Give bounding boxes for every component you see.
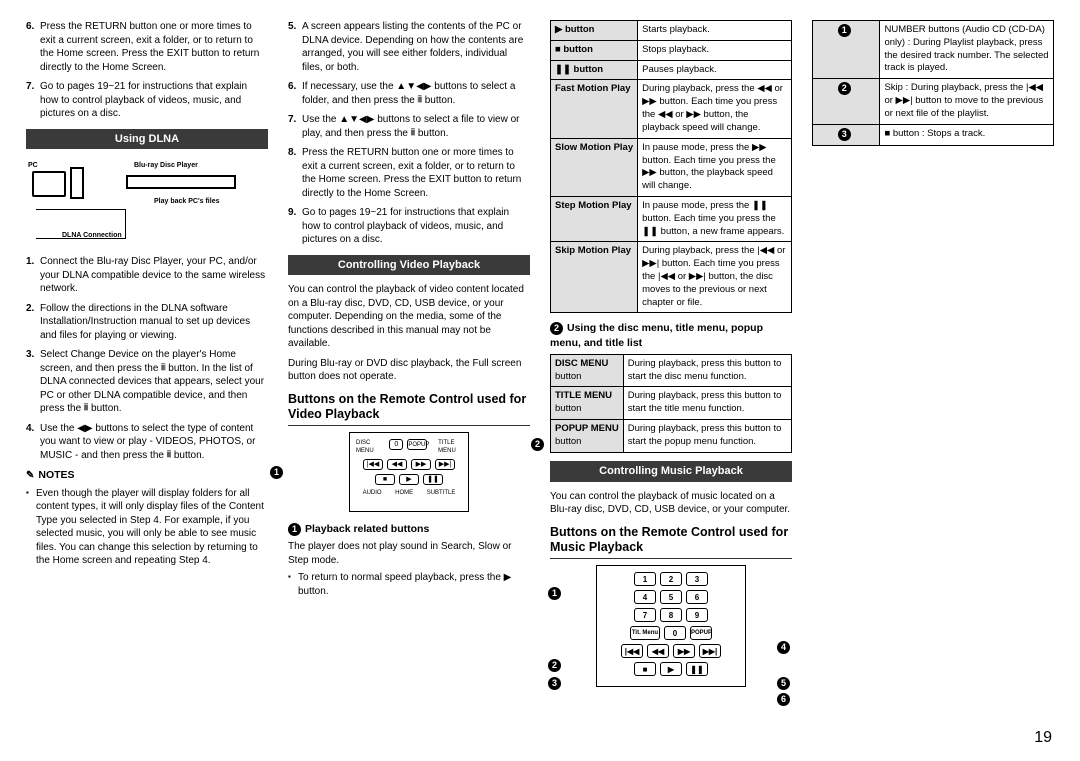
- remote-video-diagram: 1 2 DISC MENU 0POPUP TITLE MENU |◀◀◀◀▶▶▶…: [288, 432, 530, 512]
- cvp-para1: You can control the playback of video co…: [288, 283, 530, 351]
- notes-block: NOTES Even though the player will displa…: [26, 468, 268, 568]
- playback-note: The player does not play sound in Search…: [288, 540, 530, 567]
- col1-steps-a: 6.Press the RETURN button one or more ti…: [26, 20, 268, 121]
- notes-heading: NOTES: [26, 468, 268, 483]
- remote-music-heading: Buttons on the Remote Control used for M…: [550, 525, 792, 559]
- menu-table: DISC MENUbuttonDuring playback, press th…: [550, 354, 792, 453]
- col2-steps: 5.A screen appears listing the contents …: [288, 20, 530, 247]
- col1-steps-b: 1.Connect the Blu-ray Disc Player, your …: [26, 255, 268, 462]
- music-table: 1NUMBER buttons (Audio CD (CD-DA) only) …: [812, 20, 1054, 146]
- controlling-video-bar: Controlling Video Playback: [288, 255, 530, 276]
- cvp-para2: During Blu-ray or DVD disc playback, the…: [288, 357, 530, 384]
- playback-bullet: To return to normal speed playback, pres…: [288, 571, 530, 598]
- playback-buttons-heading: 1Playback related buttons: [288, 522, 530, 536]
- disc-menu-heading: 2Using the disc menu, title menu, popup …: [550, 321, 792, 349]
- controlling-music-bar: Controlling Music Playback: [550, 461, 792, 482]
- dlna-diagram: PC Blu-ray Disc Player Play back PC's fi…: [26, 157, 268, 247]
- using-dlna-bar: Using DLNA: [26, 129, 268, 150]
- page-number: 19: [1034, 727, 1052, 749]
- remote-video-heading: Buttons on the Remote Control used for V…: [288, 392, 530, 426]
- cmp-para: You can control the playback of music lo…: [550, 490, 792, 517]
- playback-table: ▶ buttonStarts playback. ■ buttonStops p…: [550, 20, 792, 313]
- remote-music-diagram: 1 2 3 4 5 6 123 456 789 Tit. Menu0POPUP …: [550, 565, 792, 687]
